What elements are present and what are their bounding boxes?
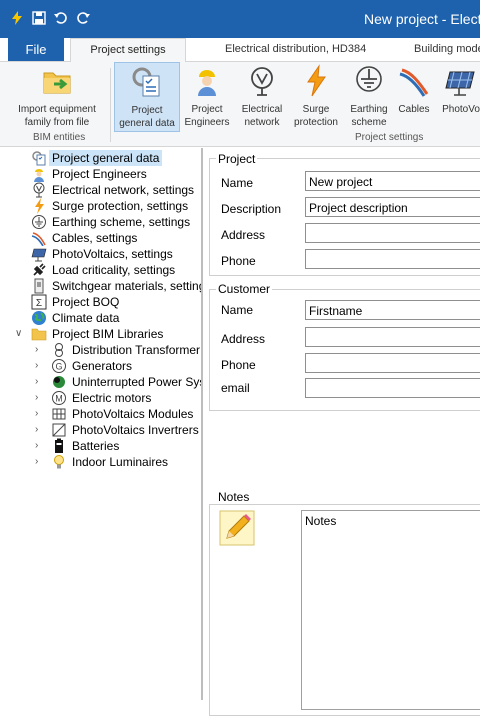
- electrical-network-icon: [251, 67, 273, 96]
- project-address-input[interactable]: [305, 223, 480, 243]
- inverter-icon: [52, 423, 66, 437]
- ribbon: Import equipment family from file BIM en…: [0, 62, 480, 147]
- window-title: New project - Electr: [364, 11, 480, 27]
- chevron-down-icon[interactable]: ∨: [15, 326, 25, 342]
- earthing-scheme-button[interactable]: Earthing scheme: [346, 62, 392, 130]
- chevron-right-icon[interactable]: ›: [35, 342, 45, 358]
- project-data-icon: [32, 151, 46, 166]
- project-general-data-button[interactable]: Project general data: [114, 62, 180, 132]
- project-phone-input[interactable]: [305, 249, 480, 269]
- switchgear-icon: [34, 278, 44, 294]
- ribbon-tabs: File Project settings Electrical distrib…: [0, 38, 480, 63]
- engineer-icon: [198, 70, 216, 96]
- project-phone-label: Phone: [221, 254, 256, 268]
- pencil-icon: [219, 510, 255, 546]
- transformer-icon: [55, 343, 63, 357]
- surge-icon: [35, 198, 44, 214]
- globe-icon: [32, 311, 46, 325]
- electrical-network-icon: [33, 182, 45, 198]
- cables-icon: [31, 232, 46, 246]
- svg-text:G: G: [55, 362, 62, 372]
- chevron-right-icon[interactable]: ›: [35, 390, 45, 406]
- generator-icon: G: [52, 359, 66, 373]
- engineer-icon: [34, 169, 44, 182]
- chevron-right-icon[interactable]: ›: [35, 406, 45, 422]
- chevron-right-icon[interactable]: ›: [35, 374, 45, 390]
- chevron-right-icon[interactable]: ›: [35, 422, 45, 438]
- project-engineers-button[interactable]: Project Engineers: [182, 62, 232, 130]
- customer-group-title: Customer: [216, 282, 273, 296]
- chevron-right-icon[interactable]: ›: [35, 358, 45, 374]
- import-equipment-button[interactable]: Import equipment family from file: [10, 62, 104, 130]
- customer-name-label: Name: [221, 303, 254, 317]
- customer-email-label: email: [221, 381, 250, 395]
- photovoltaics-button[interactable]: PhotoVo: [436, 62, 480, 130]
- photovoltaic-icon: [31, 248, 47, 262]
- lightning-icon[interactable]: [9, 10, 25, 26]
- plug-icon: [33, 263, 46, 276]
- tree-item-project-general-data[interactable]: Project general data: [31, 150, 201, 166]
- project-name-label: Name: [221, 176, 254, 190]
- surge-protection-button[interactable]: Surge protection: [290, 62, 342, 130]
- cables-icon: [399, 68, 429, 97]
- ribbon-separator: [110, 68, 111, 142]
- photovoltaic-icon: [445, 71, 475, 96]
- earthing-icon: [32, 215, 46, 229]
- surge-icon: [307, 64, 326, 97]
- earthing-icon: [356, 66, 382, 92]
- motor-icon: M: [52, 391, 66, 405]
- notes-group-title: Notes: [216, 490, 252, 504]
- details-panel: Project Name New project Description Pro…: [202, 148, 480, 716]
- tab-project-settings[interactable]: Project settings: [70, 38, 186, 63]
- tab-file[interactable]: File: [8, 38, 64, 61]
- svg-text:M: M: [55, 394, 63, 404]
- customer-name-input[interactable]: Firstname: [305, 300, 480, 320]
- pv-module-icon: [52, 408, 66, 420]
- tab-building-mode[interactable]: Building mode: [414, 38, 480, 61]
- customer-email-input[interactable]: [305, 378, 480, 398]
- svg-text:Σ: Σ: [36, 298, 42, 309]
- folder-icon: [31, 328, 47, 341]
- project-address-label: Address: [221, 228, 266, 242]
- customer-phone-label: Phone: [221, 358, 256, 372]
- lamp-icon: [54, 455, 64, 469]
- customer-phone-input[interactable]: [305, 353, 480, 373]
- project-description-input[interactable]: Project description: [305, 197, 480, 217]
- group-label-bim: BIM entities: [33, 132, 86, 143]
- project-data-icon: [132, 67, 160, 97]
- cables-button[interactable]: Cables: [395, 62, 433, 130]
- project-name-input[interactable]: New project: [305, 171, 480, 191]
- project-tree: Project general data Project Engineers E…: [8, 148, 202, 700]
- undo-icon[interactable]: [53, 10, 69, 26]
- chevron-right-icon[interactable]: ›: [35, 438, 45, 454]
- notes-textarea[interactable]: Notes: [301, 510, 480, 710]
- project-description-label: Description: [221, 202, 282, 216]
- electrical-network-button[interactable]: Electrical network: [238, 62, 286, 130]
- tab-electrical-distribution[interactable]: Electrical distribution, HD384: [225, 38, 366, 61]
- customer-address-label: Address: [221, 332, 266, 346]
- title-bar: New project - Electr: [0, 0, 480, 38]
- save-icon[interactable]: [31, 10, 47, 26]
- battery-icon: [55, 438, 63, 453]
- boq-icon: Σ: [31, 294, 47, 310]
- folder-import-icon: [43, 72, 71, 94]
- chevron-right-icon[interactable]: ›: [35, 454, 45, 470]
- ups-icon: [53, 376, 65, 388]
- project-group-title: Project: [216, 152, 258, 166]
- redo-icon[interactable]: [75, 10, 91, 26]
- customer-address-input[interactable]: [305, 327, 480, 347]
- group-label-settings: Project settings: [355, 132, 424, 143]
